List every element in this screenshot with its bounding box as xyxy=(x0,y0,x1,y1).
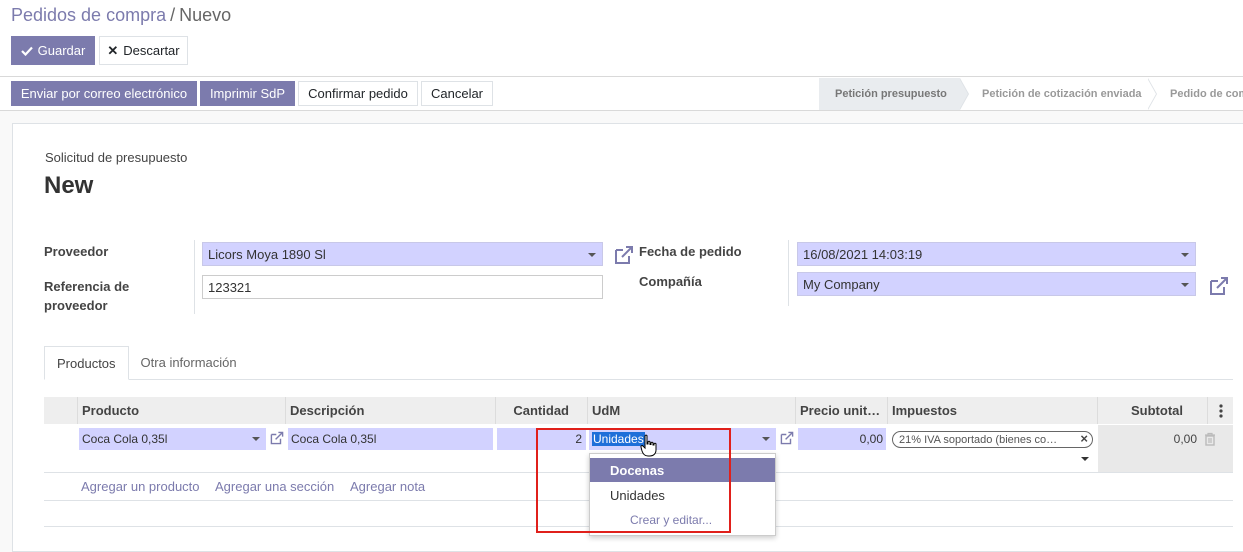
product-cell-value: Coca Cola 0,35l xyxy=(82,432,168,446)
vendor-ref-value: 123321 xyxy=(208,279,252,295)
vendor-label: Proveedor xyxy=(44,244,109,259)
breadcrumb-parent-link[interactable]: Pedidos de compra xyxy=(11,5,166,25)
unit-price-cell[interactable]: 0,00 xyxy=(798,428,886,450)
handle-column-header xyxy=(44,397,78,424)
tax-dropdown-chevron-icon[interactable] xyxy=(1081,457,1089,461)
product-cell[interactable]: Coca Cola 0,35l xyxy=(79,428,266,450)
add-section-link[interactable]: Agregar una sección xyxy=(215,479,334,494)
chevron-down-icon xyxy=(1181,283,1189,287)
breadcrumb-separator: / xyxy=(170,5,176,25)
status-sent[interactable]: Petición de cotización enviada xyxy=(960,78,1157,110)
order-date-value: 16/08/2021 14:03:19 xyxy=(803,246,923,262)
column-header-subtotal[interactable]: Subtotal xyxy=(1098,397,1208,424)
close-icon: ✕ xyxy=(107,42,119,58)
check-icon xyxy=(20,46,33,56)
breadcrumb-current: Nuevo xyxy=(179,5,232,25)
chevron-down-icon xyxy=(588,253,596,257)
company-label: Compañía xyxy=(639,274,702,289)
uom-input[interactable]: Unidades xyxy=(589,428,776,450)
tax-tag[interactable]: 21% IVA soportado (bienes co… × xyxy=(892,431,1093,448)
confirm-order-button[interactable]: Confirmar pedido xyxy=(298,81,418,106)
order-date-field[interactable]: 16/08/2021 14:03:19 xyxy=(797,242,1196,266)
trash-icon[interactable] xyxy=(1204,432,1216,446)
status-draft: Petición presupuesto xyxy=(819,78,969,110)
unit-price-cell-value: 0,00 xyxy=(859,432,883,446)
form-title: New xyxy=(44,172,94,199)
label-separator xyxy=(194,240,195,314)
discard-button-label: Descartar xyxy=(123,43,180,58)
uom-option-dozens[interactable]: Docenas xyxy=(590,458,775,482)
cancel-button[interactable]: Cancelar xyxy=(421,81,493,106)
notebook-tabs: Productos Otra información xyxy=(44,346,249,380)
discard-button[interactable]: ✕ Descartar xyxy=(99,36,188,65)
quantity-cell-value: 2 xyxy=(575,432,582,446)
print-rfq-button[interactable]: Imprimir SdP xyxy=(200,81,295,106)
vendor-field[interactable]: Licors Moya 1890 Sl xyxy=(202,242,603,266)
statusbar: Petición presupuesto Petición de cotizac… xyxy=(819,78,1243,110)
label-separator xyxy=(788,240,789,306)
order-date-label: Fecha de pedido xyxy=(639,244,742,259)
column-header-description[interactable]: Descripción xyxy=(286,397,496,424)
column-header-unit-price[interactable]: Precio unit… xyxy=(796,397,888,424)
vendor-ref-input[interactable]: 123321 xyxy=(202,275,603,299)
vendor-field-value: Licors Moya 1890 Sl xyxy=(208,246,326,262)
send-email-button[interactable]: Enviar por correo electrónico xyxy=(11,81,197,106)
hand-cursor-icon xyxy=(640,434,657,457)
chevron-down-icon xyxy=(762,437,770,441)
external-link-icon[interactable] xyxy=(1209,276,1229,296)
column-header-taxes[interactable]: Impuestos xyxy=(888,397,1098,424)
tab-products[interactable]: Productos xyxy=(44,346,129,380)
status-purchase[interactable]: Pedido de compra xyxy=(1148,78,1243,110)
column-options-icon[interactable] xyxy=(1208,397,1233,424)
tax-tag-label: 21% IVA soportado (bienes co… xyxy=(899,433,1058,446)
description-cell[interactable]: Coca Cola 0,35l xyxy=(288,428,493,450)
form-subtitle: Solicitud de presupuesto xyxy=(45,150,188,165)
subtotal-cell-value: 0,00 xyxy=(1173,432,1197,446)
kebab-menu-icon xyxy=(1218,403,1223,418)
external-link-icon[interactable] xyxy=(780,431,794,445)
tab-other-info[interactable]: Otra información xyxy=(129,346,249,380)
company-field-value: My Company xyxy=(803,276,880,292)
column-header-uom[interactable]: UdM xyxy=(588,397,796,424)
save-button[interactable]: Guardar xyxy=(11,36,95,65)
uom-input-value: Unidades xyxy=(592,432,645,446)
company-field[interactable]: My Company xyxy=(797,272,1196,296)
remove-tag-icon[interactable]: × xyxy=(1080,432,1088,446)
quantity-cell[interactable]: 2 xyxy=(497,428,586,450)
save-button-label: Guardar xyxy=(37,43,86,58)
external-link-icon[interactable] xyxy=(270,431,284,445)
uom-create-edit-option[interactable]: Crear y editar... xyxy=(590,508,775,532)
uom-autocomplete-dropdown: Docenas Unidades Crear y editar... xyxy=(589,453,776,536)
column-header-product[interactable]: Producto xyxy=(78,397,286,424)
column-header-quantity[interactable]: Cantidad xyxy=(496,397,588,424)
chevron-down-icon xyxy=(1181,253,1189,257)
description-cell-value: Coca Cola 0,35l xyxy=(291,432,377,446)
uom-option-units[interactable]: Unidades xyxy=(590,483,775,507)
external-link-icon[interactable] xyxy=(614,245,634,265)
add-product-link[interactable]: Agregar un producto xyxy=(81,479,200,494)
breadcrumb: Pedidos de compra / Nuevo xyxy=(11,5,231,26)
add-note-link[interactable]: Agregar nota xyxy=(350,479,425,494)
chevron-down-icon xyxy=(252,437,260,441)
vendor-ref-label: Referencia de proveedor xyxy=(44,279,130,313)
